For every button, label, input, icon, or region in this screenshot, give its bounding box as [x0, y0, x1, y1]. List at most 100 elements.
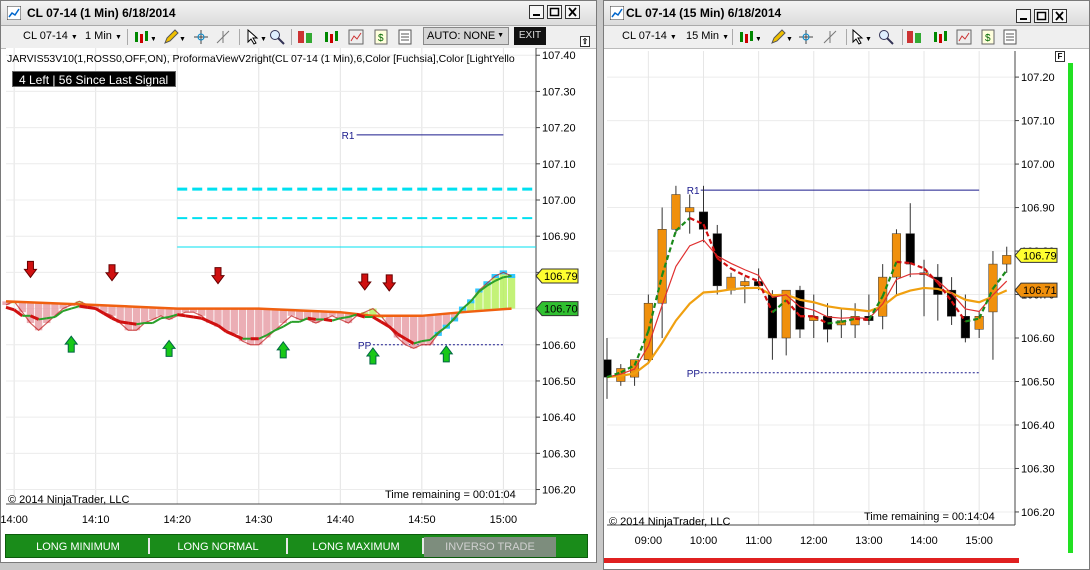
drawing-pencil-icon[interactable]: ▼ — [163, 29, 185, 45]
trend-curve-segment — [193, 315, 202, 320]
chart-scroll-toggle[interactable]: ⇧ — [580, 36, 590, 47]
window-title: CL 07-14 (15 Min) 6/18/2014 — [626, 6, 782, 20]
pivot-level-label: R1 — [687, 186, 700, 197]
plot-area — [6, 48, 536, 504]
y-tick-label: 106.50 — [542, 376, 576, 388]
x-tick-label: 13:00 — [855, 535, 883, 547]
y-tick-label: 107.00 — [542, 195, 576, 207]
crosshair-plus-icon[interactable] — [798, 29, 814, 45]
long-minimum-button[interactable]: LONG MINIMUM — [12, 537, 144, 557]
x-tick-label: 14:00 — [1, 514, 28, 526]
price-band-bar — [124, 306, 132, 331]
trend-curve-segment — [128, 321, 137, 326]
y-tick-label: 107.10 — [1021, 116, 1055, 128]
strategies-icon[interactable] — [906, 29, 922, 45]
y-tick-label: 106.20 — [1021, 507, 1055, 519]
title-bar[interactable]: CL 07-14 (15 Min) 6/18/2014 — [604, 1, 1089, 26]
y-tick-label: 107.20 — [542, 123, 576, 135]
zoom-icon[interactable] — [269, 29, 285, 45]
chart-app-icon — [7, 6, 21, 20]
candle-body — [685, 207, 695, 213]
svg-text:$: $ — [378, 33, 384, 44]
price-band-bar — [132, 306, 141, 331]
global-crosshair-icon[interactable] — [822, 29, 838, 45]
exit-button[interactable]: EXIT — [514, 27, 546, 45]
bar-type-icon[interactable]: ▼ — [133, 29, 155, 45]
close-button[interactable] — [565, 5, 580, 19]
strategies-icon[interactable] — [297, 29, 313, 45]
candle-body — [604, 359, 612, 378]
interval-label: 15 Min — [686, 30, 720, 42]
y-tick-label: 106.30 — [1021, 463, 1055, 475]
y-tick-label: 106.90 — [542, 231, 576, 243]
chart-window-15min[interactable]: CL 07-14 (15 Min) 6/18/2014 CL 07-14 ▼ 1… — [603, 0, 1090, 570]
time-remaining: Time remaining = 00:14:04 — [864, 511, 995, 523]
y-tick-label: 106.60 — [542, 340, 576, 352]
instrument-selector[interactable]: CL 07-14 ▼ — [622, 30, 677, 42]
chart-window-1min[interactable]: CL 07-14 (1 Min) 6/18/2014 CL 07-14 ▼ 1 … — [0, 0, 597, 563]
pivot-level-label: PP — [687, 369, 701, 380]
last-price-marker-label: 106.79 — [1023, 250, 1057, 262]
bottom-status-strip — [604, 558, 1019, 563]
data-box-icon[interactable] — [1002, 29, 1018, 45]
data-box-icon[interactable] — [397, 29, 413, 45]
instrument-selector[interactable]: CL 07-14 ▼ — [23, 30, 78, 42]
title-bar[interactable]: CL 07-14 (1 Min) 6/18/2014 — [1, 1, 596, 26]
svg-text:▼: ▼ — [865, 36, 872, 43]
chart-app-icon — [610, 6, 624, 20]
x-tick-label: 14:20 — [163, 514, 191, 526]
trend-status-bar — [1068, 63, 1073, 553]
chart-style-icon[interactable] — [956, 29, 972, 45]
maximize-button[interactable] — [547, 5, 562, 19]
price-chart-1min[interactable]: 107.40 107.30 107.20 107.10 107.00 106.90 106.… — [1, 48, 597, 533]
indicators-icon[interactable] — [323, 29, 339, 45]
last-price-marker-label: 106.79 — [544, 271, 578, 283]
chart-toolbar: CL 07-14 ▼ 1 Min ▼ ▼ ▼ ▼ $ AUTO: NONE ▼ … — [1, 26, 596, 49]
candle-body — [767, 294, 777, 339]
properties-icon[interactable]: $ — [980, 29, 996, 45]
long-normal-button[interactable]: LONG NORMAL — [152, 537, 284, 557]
atm-strategy-dropdown[interactable]: AUTO: NONE ▼ — [423, 27, 509, 45]
y-tick-label: 107.40 — [542, 50, 576, 62]
trend-curve-segment — [340, 316, 349, 320]
instrument-label: CL 07-14 — [622, 30, 667, 42]
svg-text:▼: ▼ — [150, 36, 155, 43]
x-tick-label: 11:00 — [745, 535, 772, 547]
bar-type-icon[interactable]: ▼ — [738, 29, 760, 45]
ma-price-marker-label: 106.70 — [544, 304, 578, 316]
price-chart-15min[interactable]: 107.20107.10107.00106.90106.80106.70106.… — [604, 48, 1090, 570]
chart-scroll-toggle[interactable]: F — [1055, 51, 1065, 62]
drawing-pencil-icon[interactable]: ▼ — [770, 29, 792, 45]
trend-curve-segment — [87, 305, 96, 311]
y-tick-label: 107.10 — [542, 159, 576, 171]
crosshair-plus-icon[interactable] — [193, 29, 209, 45]
trend-curve-segment — [421, 338, 431, 343]
minimize-button[interactable] — [529, 5, 544, 19]
pointer-icon[interactable]: ▼ — [850, 29, 872, 45]
svg-text:▼: ▼ — [755, 36, 760, 43]
chart-style-icon[interactable] — [348, 29, 364, 45]
svg-text:▼: ▼ — [179, 36, 185, 43]
instrument-label: CL 07-14 — [23, 30, 68, 42]
pointer-icon[interactable]: ▼ — [245, 29, 267, 45]
minimize-button[interactable] — [1016, 9, 1031, 23]
trend-curve-segment — [323, 317, 333, 323]
price-band-bar — [222, 308, 230, 331]
trend-curve-segment — [160, 316, 170, 320]
minimize-icon — [1020, 18, 1027, 20]
global-crosshair-icon[interactable] — [215, 29, 231, 45]
long-maximum-button[interactable]: LONG MAXIMUM — [290, 537, 422, 557]
interval-selector[interactable]: 1 Min ▼ — [85, 30, 122, 42]
indicators-icon[interactable] — [932, 29, 948, 45]
x-tick-label: 14:10 — [82, 514, 110, 526]
zoom-icon[interactable] — [878, 29, 894, 45]
close-button[interactable] — [1052, 9, 1067, 23]
y-tick-label: 106.60 — [1021, 333, 1055, 345]
trend-curve-segment — [177, 313, 186, 318]
maximize-button[interactable] — [1034, 9, 1049, 23]
interval-selector[interactable]: 15 Min ▼ — [686, 30, 729, 42]
inverso-trade-button[interactable]: INVERSO TRADE — [424, 537, 556, 557]
y-tick-label: 106.90 — [1021, 203, 1055, 215]
properties-icon[interactable]: $ — [373, 29, 389, 45]
price-band-bar — [140, 307, 149, 324]
